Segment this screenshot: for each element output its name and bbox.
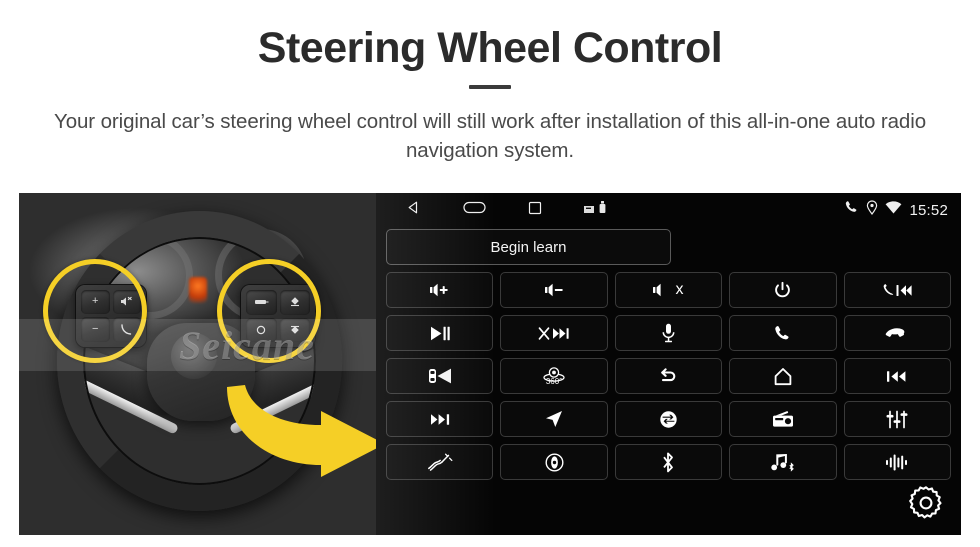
gear-icon[interactable]	[907, 484, 945, 527]
media-strip: + − Seicane 15:52 Begin learn x 360°	[19, 193, 961, 535]
btn-next-track[interactable]	[386, 401, 494, 437]
page-subtitle: Your original car’s steering wheel contr…	[54, 110, 926, 163]
mute-x-label: x	[675, 281, 684, 298]
btn-previous-track[interactable]	[843, 358, 951, 394]
home-icon[interactable]	[463, 201, 486, 219]
btn-bluetooth[interactable]	[614, 444, 723, 480]
btn-equalizer[interactable]	[843, 401, 951, 437]
btn-source-switch[interactable]	[614, 401, 723, 437]
android-head-unit-screen: 15:52 Begin learn x 360°	[376, 193, 961, 535]
steering-wheel-hub-center	[171, 333, 217, 379]
title-divider	[469, 85, 511, 90]
btn-sound-effect[interactable]	[843, 444, 951, 480]
btn-answer-call[interactable]	[729, 315, 837, 351]
btn-home[interactable]	[729, 358, 837, 394]
btn-navigation[interactable]	[500, 401, 608, 437]
page-title: Steering Wheel Control	[257, 24, 723, 72]
swc-button-grid: x 360°	[386, 272, 951, 480]
usb-icon	[599, 201, 606, 219]
clock: 15:52	[909, 201, 948, 219]
highlight-circle-left	[43, 259, 147, 363]
btn-dvd[interactable]	[500, 444, 608, 480]
btn-hangup-call[interactable]	[843, 315, 951, 351]
navigation-bar	[406, 200, 606, 220]
btn-play-pause[interactable]	[386, 315, 494, 351]
status-bar: 15:52	[376, 193, 961, 227]
btn-camera-360[interactable]: 360°	[500, 358, 608, 394]
btn-volume-down[interactable]	[500, 272, 608, 308]
begin-learn-button[interactable]: Begin learn	[386, 229, 671, 265]
btn-back[interactable]	[614, 358, 723, 394]
back-icon[interactable]	[406, 200, 421, 220]
highlight-circle-right	[217, 259, 321, 363]
title-divider-wrap	[0, 85, 980, 90]
btn-power[interactable]	[729, 272, 837, 308]
btn-voice[interactable]	[614, 315, 723, 351]
steering-wheel-photo: + − Seicane	[19, 193, 376, 535]
recents-icon[interactable]	[528, 201, 542, 220]
sdcard-icon	[584, 201, 594, 219]
btn-rear-camera[interactable]	[386, 358, 494, 394]
storage-icons	[584, 201, 606, 219]
btn-volume-up[interactable]	[386, 272, 494, 308]
wifi-icon	[885, 201, 902, 219]
btn-call-previous[interactable]	[843, 272, 951, 308]
swc-panel: Begin learn x 360°	[376, 227, 961, 480]
btn-radio[interactable]	[729, 401, 837, 437]
location-icon	[866, 200, 878, 220]
phone-icon	[844, 200, 859, 220]
btn-shuffle-next[interactable]	[500, 315, 608, 351]
btn-mute[interactable]: x	[614, 272, 723, 308]
btn-aux[interactable]	[386, 444, 494, 480]
btn-bluetooth-music[interactable]	[729, 444, 837, 480]
camera-360-label: 360°	[545, 377, 563, 386]
system-status-icons: 15:52	[844, 200, 948, 220]
yellow-arrow-icon	[227, 385, 376, 477]
page-header: Steering Wheel Control Your original car…	[0, 0, 980, 165]
